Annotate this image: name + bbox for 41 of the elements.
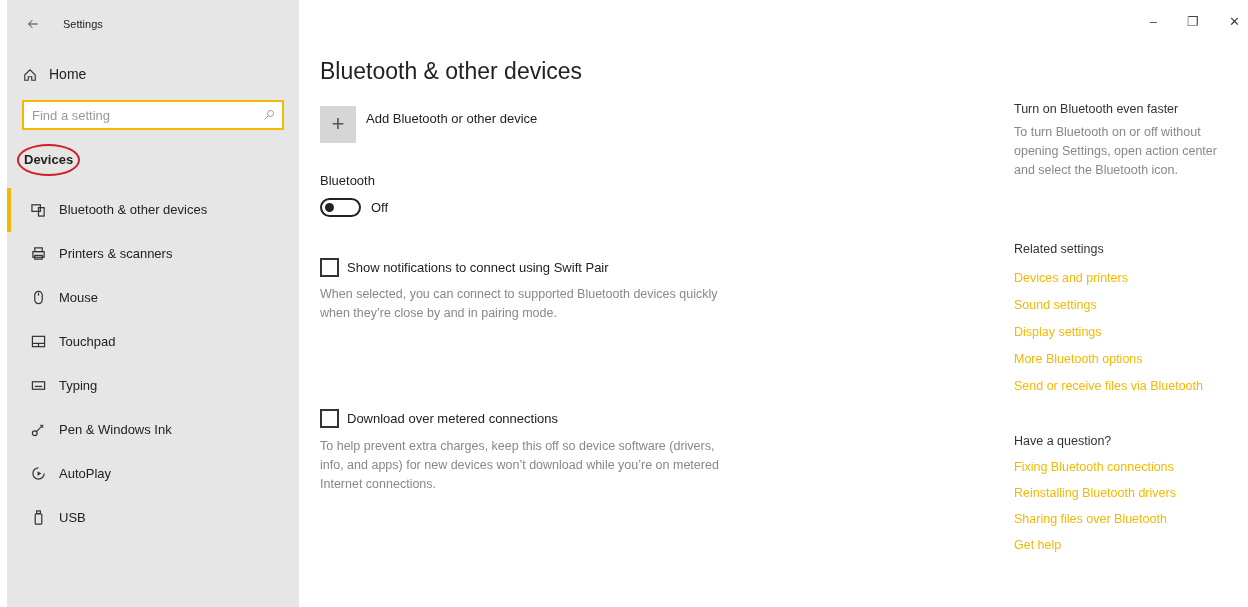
mouse-icon <box>31 290 46 305</box>
checkbox[interactable] <box>320 257 339 277</box>
sidebar-item[interactable]: Typing <box>7 363 299 408</box>
autoplay-icon <box>31 466 46 481</box>
sidebar-item[interactable]: Printers & scanners <box>7 231 299 276</box>
search-icon <box>263 109 275 121</box>
checkbox[interactable] <box>320 409 339 429</box>
sidebar-item[interactable]: AutoPlay <box>7 451 299 496</box>
devices-icon <box>31 202 46 217</box>
touchpad-icon <box>31 334 46 349</box>
checkbox-label: Show notifications to connect using Swift Pair <box>347 258 609 277</box>
restore-button[interactable]: ❐ <box>1187 12 1199 32</box>
sidebar-item[interactable]: Mouse <box>7 275 299 320</box>
setting-label: Bluetooth <box>320 171 376 190</box>
page-title: Bluetooth & other devices <box>320 58 584 86</box>
sidebar-item[interactable]: USB <box>7 495 299 540</box>
search-field[interactable]: Find a setting <box>22 100 284 130</box>
close-button[interactable]: ✕ <box>1229 12 1240 32</box>
add-device-button[interactable]: + <box>320 105 356 143</box>
window-title: Settings <box>63 16 103 32</box>
description-text: When selected, you can connect to supported Bluetooth devices quickly when they’re close by and in pairing mode. <box>320 286 719 323</box>
back-arrow-icon[interactable] <box>27 18 39 30</box>
add-device-label: Add Bluetooth or other device <box>366 109 538 128</box>
toggle-switch[interactable] <box>320 198 361 218</box>
toggle-state: Off <box>371 199 389 218</box>
section-heading: Turn on Bluetooth even faster <box>1014 101 1180 118</box>
home-icon <box>23 67 37 82</box>
printer-icon <box>31 246 46 261</box>
tip-text: To turn Bluetooth on or off without opening Settings, open action center and select the Bluetooth icon. <box>1014 123 1218 179</box>
pen-icon <box>31 422 46 437</box>
home-link[interactable]: Home <box>23 64 299 85</box>
section-heading: Have a question? <box>1014 432 1113 450</box>
keyboard-icon <box>31 378 46 393</box>
minimize-button[interactable]: – <box>1149 12 1157 32</box>
checkbox-label: Download over metered connections <box>347 410 558 429</box>
section-heading: Related settings <box>1014 240 1105 258</box>
description-text: To help prevent extra charges, keep this off so device software (drivers, info, and apps) for new devices won’t download while you’re on metered Internet connections. <box>320 437 720 493</box>
section-heading: Devices <box>17 144 81 176</box>
sidebar-item[interactable]: Bluetooth & other devices <box>7 187 299 232</box>
sidebar-item[interactable]: Pen & Windows Ink <box>7 407 299 452</box>
sidebar-item[interactable]: Touchpad <box>7 319 299 364</box>
